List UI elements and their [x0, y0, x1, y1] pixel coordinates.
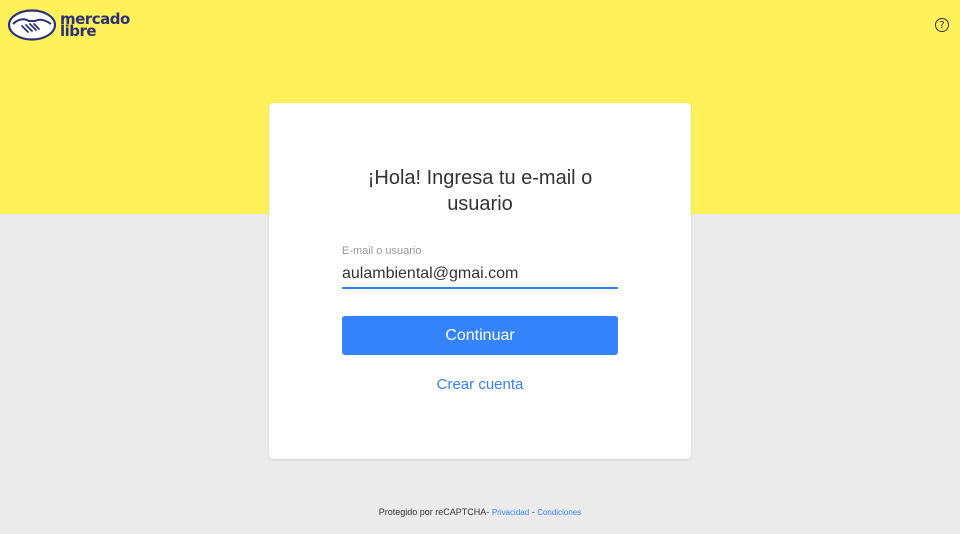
create-account-link[interactable]: Crear cuenta — [269, 376, 691, 393]
email-field-label: E-mail o usuario — [342, 245, 422, 257]
email-field[interactable] — [342, 261, 618, 289]
terms-link[interactable]: Condiciones — [537, 508, 581, 517]
logo-text: mercado libre — [60, 12, 130, 40]
page-title: ¡Hola! Ingresa tu e-mail o usuario — [367, 167, 593, 215]
question-circle-icon[interactable]: ? — [935, 18, 949, 32]
privacy-link[interactable]: Privacidad — [492, 508, 529, 517]
footer-separator: - — [531, 507, 535, 517]
mercadolibre-logo[interactable]: mercado libre — [8, 9, 130, 41]
logo-line-2: libre — [60, 22, 97, 40]
recaptcha-footer: Protegido por reCAPTCHA- Privacidad - Co… — [0, 507, 960, 517]
recaptcha-text: Protegido por reCAPTCHA- — [378, 507, 490, 517]
continue-button[interactable]: Continuar — [342, 316, 618, 355]
login-card: ¡Hola! Ingresa tu e-mail o usuario E-mai… — [269, 103, 691, 459]
handshake-icon — [8, 9, 56, 41]
